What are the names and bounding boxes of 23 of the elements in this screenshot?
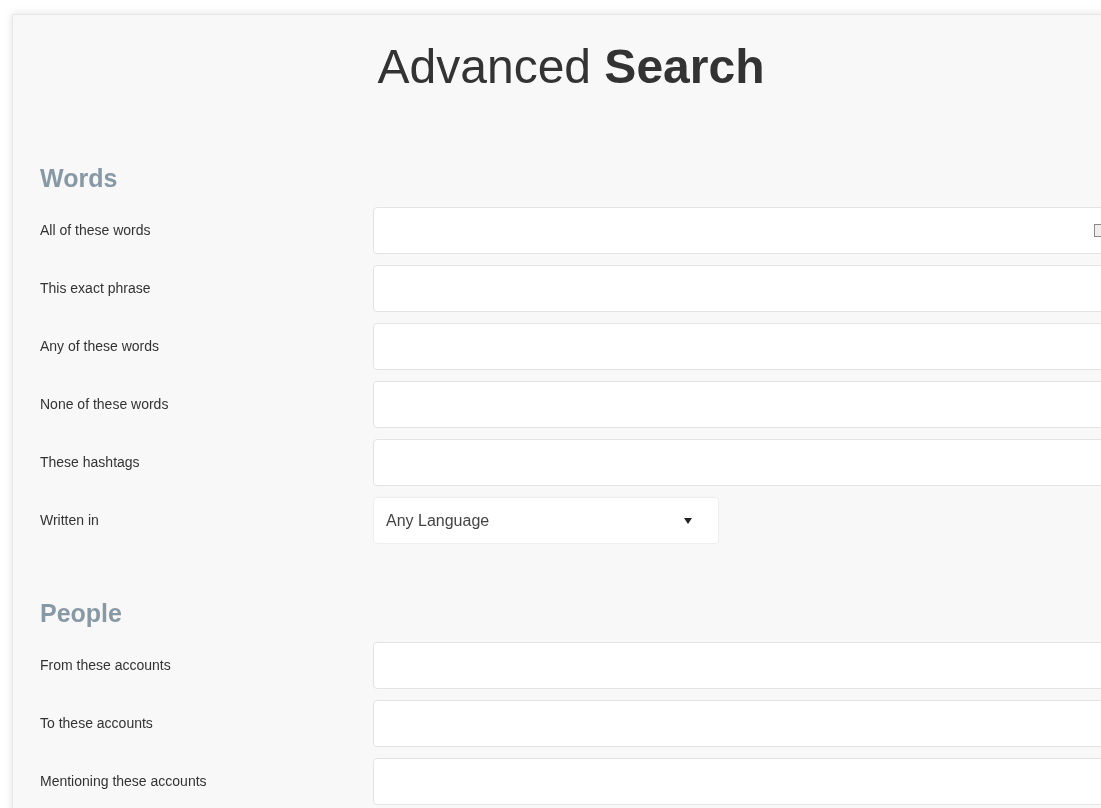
text-field[interactable] <box>373 642 1101 689</box>
text-field[interactable] <box>373 381 1101 428</box>
field-label: From these accounts <box>40 656 172 675</box>
field-icon <box>1094 224 1101 237</box>
text-field[interactable] <box>373 439 1101 486</box>
text-field[interactable] <box>373 758 1101 805</box>
field-label: None of these words <box>40 395 170 414</box>
language-dropdown[interactable]: Any Language <box>373 497 719 544</box>
text-field[interactable] <box>373 323 1101 370</box>
field-label: Any of these words <box>40 337 161 356</box>
field-label: To these accounts <box>40 714 154 733</box>
text-field[interactable] <box>373 207 1101 254</box>
field-label: These hashtags <box>40 453 141 472</box>
field-label: This exact phrase <box>40 279 152 298</box>
text-field[interactable] <box>373 265 1101 312</box>
field-label: Mentioning these accounts <box>40 772 208 791</box>
page-title: Advanced Search <box>377 39 765 95</box>
field-label: Written in <box>40 511 100 530</box>
section-heading: Words <box>40 163 119 193</box>
field-label: All of these words <box>40 221 152 240</box>
dropdown-caret-icon <box>684 517 692 524</box>
text-field[interactable] <box>373 700 1101 747</box>
section-heading: People <box>40 598 123 628</box>
